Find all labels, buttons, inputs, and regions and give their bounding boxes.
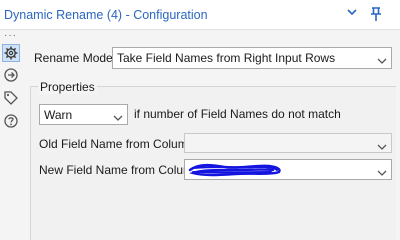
properties-title: Properties xyxy=(38,80,97,94)
old-field-select[interactable] xyxy=(184,133,392,153)
drag-handle-dots[interactable]: ··· xyxy=(4,31,17,41)
redaction-scribble xyxy=(188,163,281,177)
chevron-down-icon xyxy=(377,54,387,68)
configuration-panel: Rename Mode: Take Field Names from Right… xyxy=(22,36,400,240)
settings-icon[interactable] xyxy=(2,44,20,62)
chevron-down-icon xyxy=(113,111,123,125)
chevron-down-icon xyxy=(377,140,387,154)
mismatch-description: if number of Field Names do not match xyxy=(134,107,341,121)
chevron-down-icon xyxy=(377,166,387,180)
rename-mode-value: Take Field Names from Right Input Rows xyxy=(117,51,336,65)
pin-icon[interactable] xyxy=(369,6,383,25)
tool-strip: ··· xyxy=(0,30,22,240)
chevron-down-icon[interactable] xyxy=(346,6,358,21)
new-field-select[interactable] xyxy=(184,159,392,180)
old-field-label: Old Field Name from Column xyxy=(39,137,195,151)
help-icon[interactable] xyxy=(3,113,19,129)
new-field-label: New Field Name from Column xyxy=(39,163,200,177)
mismatch-action-value: Warn xyxy=(44,108,73,122)
rename-mode-label: Rename Mode: xyxy=(34,51,117,65)
window-title: Dynamic Rename (4) - Configuration xyxy=(4,8,208,22)
mismatch-action-select[interactable]: Warn xyxy=(39,104,128,125)
title-bar: Dynamic Rename (4) - Configuration xyxy=(0,0,400,30)
rename-mode-select[interactable]: Take Field Names from Right Input Rows xyxy=(112,47,392,69)
connection-icon[interactable] xyxy=(3,67,19,83)
tag-icon[interactable] xyxy=(3,90,19,106)
